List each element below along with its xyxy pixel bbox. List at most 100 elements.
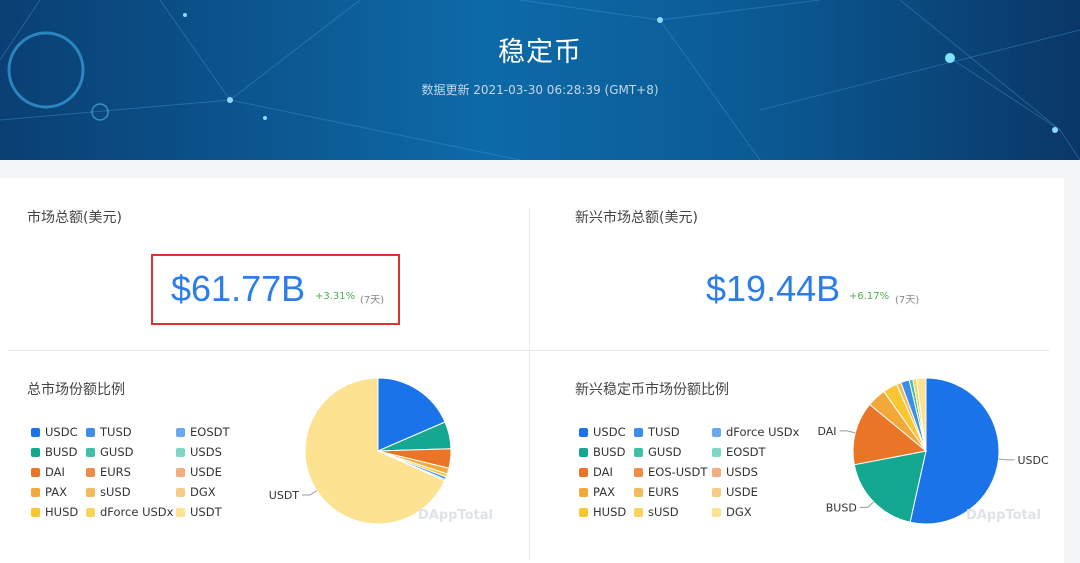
legend-swatch	[712, 448, 721, 457]
legend-swatch	[86, 468, 95, 477]
legend-swatch	[579, 468, 588, 477]
network-background	[0, 0, 1080, 160]
legend-label: EOSDT	[726, 445, 766, 459]
legend-item-usdt[interactable]: USDT	[176, 505, 222, 519]
legend-label: USDT	[190, 505, 222, 519]
legend-label: EURS	[648, 485, 679, 499]
legend-swatch	[31, 508, 40, 517]
legend-label: PAX	[45, 485, 67, 499]
legend-item-husd[interactable]: HUSD	[31, 505, 78, 519]
emerging-market-label: 新兴市场总额(美元)	[575, 210, 698, 226]
legend-item-usde[interactable]: USDE	[176, 465, 222, 479]
legend-swatch	[579, 508, 588, 517]
legend-item-usdc[interactable]: USDC	[31, 425, 78, 439]
update-timestamp: 数据更新 2021-03-30 06:28:39 (GMT+8)	[421, 83, 659, 97]
watermark-right: DAppTotal	[966, 508, 1041, 523]
legend-label: sUSD	[648, 505, 679, 519]
legend-item-dai[interactable]: DAI	[31, 465, 65, 479]
legend-label: USDS	[726, 465, 758, 479]
legend-swatch	[634, 468, 643, 477]
legend-item-eurs[interactable]: EURS	[634, 485, 679, 499]
legend-item-husd[interactable]: HUSD	[579, 505, 626, 519]
legend-label: EOSDT	[190, 425, 230, 439]
legend-swatch	[31, 468, 40, 477]
legend-item-susd[interactable]: sUSD	[634, 505, 679, 519]
legend-swatch	[86, 488, 95, 497]
legend-swatch	[579, 488, 588, 497]
legend-item-gusd[interactable]: GUSD	[86, 445, 133, 459]
legend-item-tusd[interactable]: TUSD	[86, 425, 132, 439]
legend-label: DGX	[190, 485, 216, 499]
legend-item-eosdt[interactable]: EOSDT	[712, 445, 766, 459]
legend-item-usds[interactable]: USDS	[176, 445, 222, 459]
legend-item-dforce-usdx[interactable]: dForce USDx	[86, 505, 173, 519]
legend-item-busd[interactable]: BUSD	[31, 445, 77, 459]
legend-item-usdc[interactable]: USDC	[579, 425, 626, 439]
legend-label: USDC	[45, 425, 78, 439]
legend-item-tusd[interactable]: TUSD	[634, 425, 680, 439]
legend-swatch	[579, 448, 588, 457]
legend-item-usde[interactable]: USDE	[712, 485, 758, 499]
watermark-left: DAppTotal	[418, 508, 493, 523]
legend-label: sUSD	[100, 485, 131, 499]
legend-label: HUSD	[45, 505, 79, 519]
legend-label: USDS	[190, 445, 222, 459]
legend-swatch	[86, 448, 95, 457]
legend-label: BUSD	[593, 445, 626, 459]
legend-item-pax[interactable]: PAX	[579, 485, 615, 499]
legend-swatch	[176, 428, 185, 437]
legend-item-gusd[interactable]: GUSD	[634, 445, 681, 459]
legend-swatch	[86, 428, 95, 437]
legend-label: USDE	[726, 485, 758, 499]
legend-label: PAX	[593, 485, 615, 499]
legend-label: GUSD	[100, 445, 134, 459]
legend-label: dForce USDx	[100, 505, 174, 519]
legend-label: EURS	[100, 465, 131, 479]
legend-label: DAI	[593, 465, 613, 479]
divider-horizontal	[8, 350, 1050, 351]
legend-label: DGX	[726, 505, 752, 519]
legend-item-eos-usdt[interactable]: EOS-USDT	[634, 465, 707, 479]
legend-label: USDE	[190, 465, 222, 479]
legend-label: GUSD	[648, 445, 682, 459]
legend-label: BUSD	[45, 445, 78, 459]
legend-swatch	[634, 488, 643, 497]
legend-item-dgx[interactable]: DGX	[712, 505, 752, 519]
legend-swatch	[712, 428, 721, 437]
legend-item-pax[interactable]: PAX	[31, 485, 67, 499]
emerging-market-period: (7天)	[895, 295, 920, 306]
legend-swatch	[579, 428, 588, 437]
legend-label: TUSD	[100, 425, 132, 439]
legend-item-susd[interactable]: sUSD	[86, 485, 131, 499]
legend-item-busd[interactable]: BUSD	[579, 445, 625, 459]
legend-swatch	[634, 428, 643, 437]
highlight-box	[151, 254, 400, 325]
emerging-market-value: $19.44B	[706, 268, 841, 309]
legend-swatch	[176, 508, 185, 517]
legend-label: dForce USDx	[726, 425, 800, 439]
legend-swatch	[634, 508, 643, 517]
legend-item-dai[interactable]: DAI	[579, 465, 613, 479]
legend-item-eosdt[interactable]: EOSDT	[176, 425, 230, 439]
legend-label: EOS-USDT	[648, 465, 708, 479]
legend-label: TUSD	[648, 425, 680, 439]
legend-swatch	[31, 448, 40, 457]
divider-vertical	[529, 208, 530, 560]
total-market-label: 市场总额(美元)	[27, 210, 122, 226]
legend-swatch	[176, 488, 185, 497]
legend-item-usds[interactable]: USDS	[712, 465, 758, 479]
legend-item-dforce-usdx[interactable]: dForce USDx	[712, 425, 799, 439]
legend-swatch	[86, 508, 95, 517]
legend-item-dgx[interactable]: DGX	[176, 485, 216, 499]
legend-swatch	[31, 488, 40, 497]
emerging-market-change: +6.17%	[849, 291, 890, 302]
legend-swatch	[634, 448, 643, 457]
legend-label: USDC	[593, 425, 626, 439]
legend-swatch	[712, 508, 721, 517]
legend-swatch	[176, 448, 185, 457]
header-banner: 稳定币 数据更新 2021-03-30 06:28:39 (GMT+8)	[0, 0, 1080, 160]
legend-label: HUSD	[593, 505, 627, 519]
legend-label: DAI	[45, 465, 65, 479]
legend-item-eurs[interactable]: EURS	[86, 465, 131, 479]
page-title: 稳定币	[498, 37, 582, 68]
